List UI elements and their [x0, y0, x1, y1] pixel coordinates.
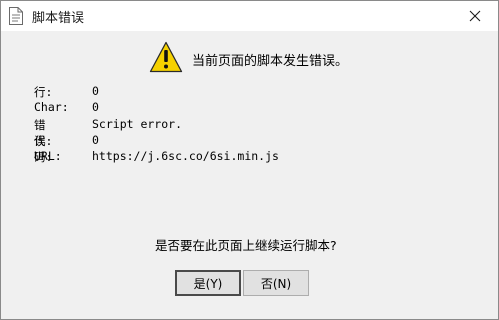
dialog-body: 当前页面的脚本发生错误。 行: 0 Char: 0 错误: Script err…: [1, 31, 498, 319]
window-title: 脚本错误: [32, 11, 85, 26]
yes-button[interactable]: 是(Y): [175, 270, 241, 296]
detail-label: 行:: [34, 85, 53, 99]
close-icon: [469, 10, 481, 22]
script-error-dialog: 脚本错误 当前页面的脚本发生错误。 行: 0 Char: 0 错误: Scrip…: [0, 0, 499, 320]
continue-question: 是否要在此页面上继续运行脚本?: [155, 238, 337, 253]
document-icon: [9, 7, 23, 25]
detail-value: 0: [92, 100, 99, 115]
detail-value: Script error.: [92, 116, 183, 131]
detail-value: 0: [92, 84, 99, 98]
detail-value: https://j.6sc.co/6si.min.js: [92, 149, 279, 164]
close-button[interactable]: [452, 1, 498, 31]
warning-icon: [149, 41, 183, 73]
error-message: 当前页面的脚本发生错误。: [192, 54, 349, 69]
title-bar[interactable]: 脚本错误: [1, 1, 498, 31]
detail-value: 0: [92, 132, 99, 147]
no-button[interactable]: 否(N): [243, 270, 309, 296]
detail-label: URL:: [34, 149, 62, 164]
detail-label: Char:: [34, 100, 69, 115]
